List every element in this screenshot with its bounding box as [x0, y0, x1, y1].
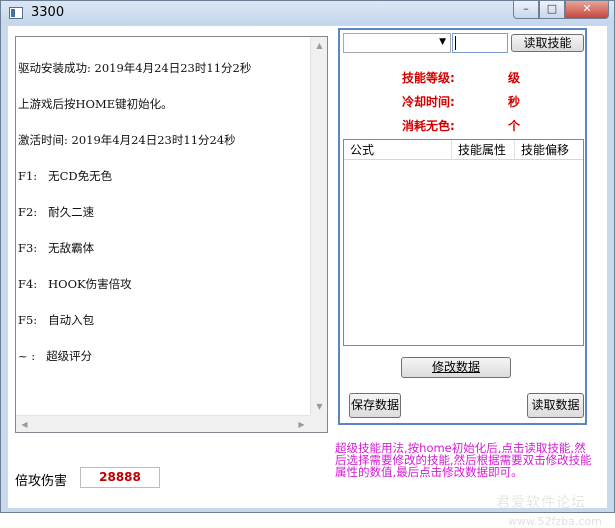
- modify-data-button[interactable]: 修改数据: [401, 357, 511, 378]
- log-line: 激活时间: 2019年4月24日23时11分24秒: [18, 133, 236, 147]
- skill-table[interactable]: 公式 技能属性 技能偏移: [343, 139, 584, 346]
- cooldown-unit: 秒: [508, 95, 521, 109]
- skill-level-label: 技能等级:: [402, 71, 455, 85]
- cooldown-label: 冷却时间:: [402, 95, 455, 109]
- app-window: 3300 – □ ✕ 驱动安装成功: 2019年4月24日23时11分2秒 上游…: [0, 0, 615, 528]
- column-header-attribute[interactable]: 技能属性: [452, 140, 515, 160]
- log-text: 驱动安装成功: 2019年4月24日23时11分2秒 上游戏后按HOME键初始化…: [17, 38, 312, 415]
- skill-select[interactable]: ▼: [343, 33, 451, 53]
- minimize-button[interactable]: –: [513, 1, 539, 19]
- save-data-button[interactable]: 保存数据: [349, 393, 401, 418]
- app-icon: [9, 7, 23, 19]
- title-bar[interactable]: 3300 – □ ✕: [1, 1, 614, 25]
- log-line: F1: 无CD免无色: [18, 169, 113, 183]
- log-line: F5: 自动入包: [18, 313, 95, 327]
- column-header-formula[interactable]: 公式: [344, 140, 452, 160]
- read-skill-button[interactable]: 读取技能: [511, 34, 584, 52]
- table-header: 公式 技能属性 技能偏移: [344, 140, 583, 160]
- log-line: F4: HOOK伤害倍攻: [18, 277, 132, 291]
- watermark-url: www.52fzba.com: [508, 515, 602, 528]
- cost-unit: 个: [508, 119, 521, 133]
- log-line: 驱动安装成功: 2019年4月24日23时11分2秒: [18, 61, 252, 75]
- skill-text-input[interactable]: [452, 33, 508, 53]
- log-line: 上游戏后按HOME键初始化。: [18, 97, 173, 111]
- close-button[interactable]: ✕: [565, 1, 609, 19]
- log-box[interactable]: 驱动安装成功: 2019年4月24日23时11分2秒 上游戏后按HOME键初始化…: [15, 36, 328, 433]
- damage-multiplier-input[interactable]: 28888: [80, 467, 160, 488]
- damage-multiplier-label: 倍攻伤害: [15, 474, 68, 489]
- cost-label: 消耗无色:: [402, 119, 455, 133]
- log-line: F2: 耐久二速: [18, 205, 95, 219]
- scroll-left-icon[interactable]: ◀: [16, 416, 33, 433]
- scroll-down-icon[interactable]: ▼: [311, 398, 328, 415]
- column-header-offset[interactable]: 技能偏移: [515, 140, 583, 160]
- vertical-scrollbar[interactable]: ▲ ▼: [310, 37, 327, 415]
- watermark-text: 君爱软件论坛: [496, 495, 586, 511]
- window-title: 3300: [31, 5, 65, 20]
- chevron-down-icon[interactable]: ▼: [439, 37, 446, 47]
- read-data-button[interactable]: 读取数据: [527, 393, 584, 418]
- client-area: 驱动安装成功: 2019年4月24日23时11分2秒 上游戏后按HOME键初始化…: [8, 26, 607, 528]
- skill-level-unit: 级: [508, 71, 521, 85]
- log-line: F3: 无敌霸体: [18, 241, 95, 255]
- log-line: ~ : 超级评分: [18, 349, 93, 363]
- skill-panel: ▼ 读取技能 技能等级: 级 冷却时间: 秒 消耗无色: 个 公式 技能属性 技…: [338, 28, 587, 425]
- help-text: 超级技能用法,按home初始化后,点击读取技能,然后选择需要修改的技能,然后根据…: [335, 441, 592, 479]
- scroll-up-icon[interactable]: ▲: [311, 37, 328, 54]
- text-cursor: [455, 36, 456, 50]
- scroll-corner: [310, 415, 327, 432]
- maximize-button[interactable]: □: [539, 1, 565, 19]
- scroll-right-icon[interactable]: ▶: [293, 416, 310, 433]
- horizontal-scrollbar[interactable]: ◀ ▶: [16, 415, 310, 432]
